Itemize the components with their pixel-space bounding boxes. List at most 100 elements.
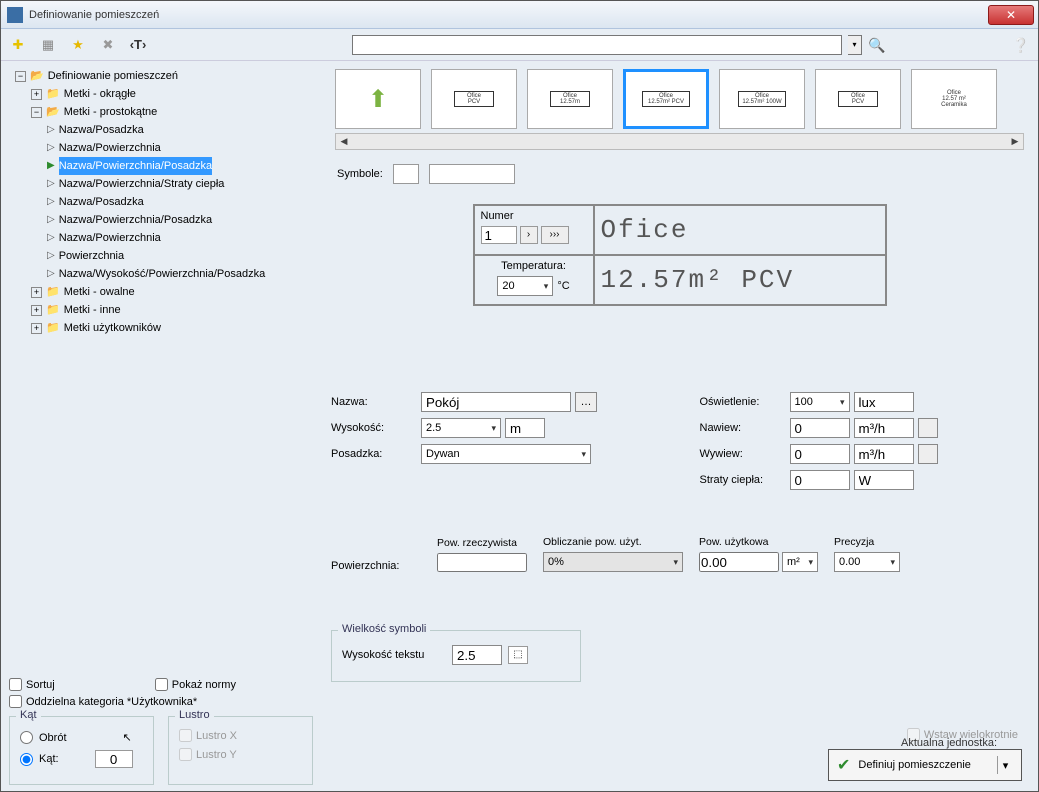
leaf-icon: ▷ bbox=[47, 175, 55, 193]
definiuj-button[interactable]: ✔ Definiuj pomieszczenie ▾ bbox=[828, 749, 1022, 781]
tree-leaf-selected[interactable]: Nazwa/Powierzchnia/Posadzka bbox=[59, 157, 212, 175]
uzytkowa-unit-dropdown[interactable]: m² bbox=[782, 552, 818, 572]
preview-box: Numer › ››› Ofice Temperatura: 20 °C 12.… bbox=[473, 204, 887, 306]
titlebar: Definiowanie pomieszczeń ✕ bbox=[1, 1, 1038, 29]
sortuj-checkbox[interactable]: Sortuj bbox=[9, 678, 55, 691]
posadzka-dropdown[interactable]: Dywan bbox=[421, 444, 591, 464]
tree-leaf[interactable]: Nazwa/Powierzchnia/Straty ciepła bbox=[59, 175, 225, 193]
nazwa-browse-button[interactable]: … bbox=[575, 392, 597, 412]
symbole-box-wide[interactable] bbox=[429, 164, 515, 184]
help-icon[interactable]: ❔ bbox=[1012, 36, 1030, 54]
add-icon[interactable]: ✚ bbox=[9, 36, 27, 54]
nazwa-label: Nazwa: bbox=[331, 396, 421, 408]
tree-item[interactable]: Metki użytkowników bbox=[64, 319, 161, 337]
pick-height-button[interactable]: ⬚ bbox=[508, 646, 528, 664]
nawiew-label: Nawiew: bbox=[700, 422, 790, 434]
nazwa-input[interactable] bbox=[421, 392, 571, 412]
search-dropdown[interactable]: ▾ bbox=[848, 35, 862, 55]
leaf-icon: ▷ bbox=[47, 229, 55, 247]
scroll-right-icon[interactable]: ▶ bbox=[1007, 136, 1023, 147]
oddzielna-checkbox[interactable]: Oddzielna kategoria *Użytkownika* bbox=[9, 695, 313, 708]
straty-unit[interactable] bbox=[854, 470, 914, 490]
leaf-icon: ▷ bbox=[47, 193, 55, 211]
pokaz-normy-checkbox[interactable]: Pokaż normy bbox=[155, 678, 236, 691]
cursor-icon: ↖ bbox=[123, 731, 132, 744]
folder-icon: 📁 bbox=[46, 301, 60, 319]
folder-icon: 📂 bbox=[30, 67, 44, 85]
nawiew-extra[interactable] bbox=[918, 418, 938, 438]
tree-item[interactable]: Metki - prostokątne bbox=[64, 103, 158, 121]
folder-icon: 📁 bbox=[46, 319, 60, 337]
thumbnail-item[interactable]: OficePCV bbox=[431, 69, 517, 129]
wielkosc-symboli-group: Wielkość symboli Wysokość tekstu ⬚ bbox=[331, 630, 581, 682]
thumbnail-item[interactable]: Ofice12.57m² 100W bbox=[719, 69, 805, 129]
leaf-icon: ▷ bbox=[47, 265, 55, 283]
numer-input[interactable] bbox=[481, 226, 517, 244]
scroll-left-icon[interactable]: ◀ bbox=[336, 136, 352, 147]
star-icon[interactable]: ★ bbox=[69, 36, 87, 54]
search-icon[interactable]: 🔍 bbox=[868, 36, 886, 54]
thumbnail-scrollbar[interactable]: ◀ ▶ bbox=[335, 133, 1024, 150]
numer-label: Numer bbox=[481, 210, 587, 222]
expander-icon[interactable]: − bbox=[31, 107, 42, 118]
toolbar: ✚ ▦ ★ ✖ ‹T› ▾ 🔍 ❔ bbox=[1, 29, 1038, 61]
tree-leaf[interactable]: Nazwa/Powierzchnia/Posadzka bbox=[59, 211, 212, 229]
wysokosc-tekstu-input[interactable] bbox=[452, 645, 502, 665]
symbole-box[interactable] bbox=[393, 164, 419, 184]
expander-icon[interactable]: − bbox=[15, 71, 26, 82]
posadzka-label: Posadzka: bbox=[331, 448, 421, 460]
tree-leaf[interactable]: Nazwa/Powierzchnia bbox=[59, 229, 161, 247]
preview-name: Ofice bbox=[594, 205, 886, 255]
obliczanie-dropdown[interactable]: 0% bbox=[543, 552, 683, 572]
thumbnail-item[interactable]: ⬆ bbox=[335, 69, 421, 129]
close-button[interactable]: ✕ bbox=[988, 5, 1034, 25]
thumbnail-item[interactable]: Ofice12.57m bbox=[527, 69, 613, 129]
category-tree[interactable]: −📂Definiowanie pomieszczeń +📁Metki - okr… bbox=[9, 67, 313, 674]
nawiew-input[interactable] bbox=[790, 418, 850, 438]
nawiew-unit[interactable] bbox=[854, 418, 914, 438]
numer-next-button[interactable]: › bbox=[520, 226, 538, 244]
tree-root[interactable]: Definiowanie pomieszczeń bbox=[48, 67, 178, 85]
thumbnail-item-selected[interactable]: Ofice12.57m² PCV bbox=[623, 69, 709, 129]
tree-item[interactable]: Metki - okrągłe bbox=[64, 85, 136, 103]
expander-icon[interactable]: + bbox=[31, 89, 42, 100]
tree-item[interactable]: Metki - owalne bbox=[64, 283, 135, 301]
tree-leaf[interactable]: Nazwa/Posadzka bbox=[59, 193, 144, 211]
oswietlenie-dropdown[interactable]: 100 bbox=[790, 392, 850, 412]
kat-radio[interactable]: Kąt: bbox=[20, 750, 143, 768]
wywiew-unit[interactable] bbox=[854, 444, 914, 464]
tree-leaf[interactable]: Nazwa/Wysokość/Powierzchnia/Posadzka bbox=[59, 265, 266, 283]
thumbnail-item[interactable]: Ofice12.57 m²Ceramika bbox=[911, 69, 997, 129]
delete-icon[interactable]: ✖ bbox=[99, 36, 117, 54]
expander-icon[interactable]: + bbox=[31, 305, 42, 316]
rzeczywista-input[interactable] bbox=[437, 553, 527, 572]
numer-fast-button[interactable]: ››› bbox=[541, 226, 569, 244]
folder-icon: 📁 bbox=[46, 85, 60, 103]
straty-input[interactable] bbox=[790, 470, 850, 490]
wysokosc-unit[interactable] bbox=[505, 418, 545, 438]
definiuj-dropdown[interactable]: ▾ bbox=[997, 756, 1013, 774]
wywiew-extra[interactable] bbox=[918, 444, 938, 464]
oswietlenie-unit[interactable] bbox=[854, 392, 914, 412]
search-input[interactable] bbox=[352, 35, 842, 55]
uzytkowa-input[interactable] bbox=[699, 552, 779, 572]
obrot-radio[interactable]: Obrót↖ bbox=[20, 731, 143, 744]
tree-leaf[interactable]: Nazwa/Posadzka bbox=[59, 121, 144, 139]
tree-leaf[interactable]: Powierzchnia bbox=[59, 247, 124, 265]
app-icon bbox=[7, 7, 23, 23]
leaf-icon: ▷ bbox=[47, 139, 55, 157]
text-icon[interactable]: ‹T› bbox=[129, 36, 147, 54]
kat-input[interactable] bbox=[95, 750, 133, 768]
wywiew-input[interactable] bbox=[790, 444, 850, 464]
precyzja-dropdown[interactable]: 0.00 bbox=[834, 552, 900, 572]
expander-icon[interactable]: + bbox=[31, 323, 42, 334]
temp-dropdown[interactable]: 20 bbox=[497, 276, 553, 296]
wysokosc-dropdown[interactable]: 2.5 bbox=[421, 418, 501, 438]
leaf-icon: ▷ bbox=[47, 247, 55, 265]
thumbnail-item[interactable]: OficePCV bbox=[815, 69, 901, 129]
tree-item[interactable]: Metki - inne bbox=[64, 301, 121, 319]
wysokosc-label: Wysokość: bbox=[331, 422, 421, 434]
expander-icon[interactable]: + bbox=[31, 287, 42, 298]
list-icon[interactable]: ▦ bbox=[39, 36, 57, 54]
tree-leaf[interactable]: Nazwa/Powierzchnia bbox=[59, 139, 161, 157]
